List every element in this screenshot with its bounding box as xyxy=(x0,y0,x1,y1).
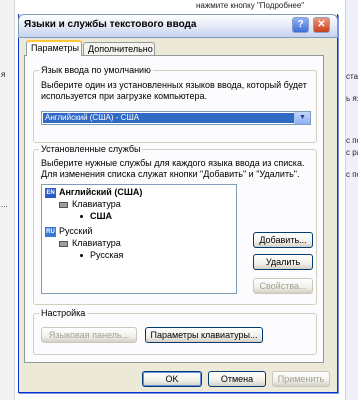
ok-button[interactable]: OK xyxy=(142,371,202,387)
close-button[interactable]: ✕ xyxy=(313,17,330,33)
tree-category-ru[interactable]: Клавиатура xyxy=(72,238,121,249)
installed-services-description: Выберите нужные службы для каждого языка… xyxy=(41,158,305,179)
tree-language-en[interactable]: Английский (США) xyxy=(59,187,142,198)
tab-parameters[interactable]: Параметры xyxy=(26,40,82,56)
close-icon: ✕ xyxy=(317,19,326,30)
background-hint-text: нажмите кнопку "Подробнее" xyxy=(196,1,305,10)
default-language-description: Выберите один из установленных языков вв… xyxy=(41,80,307,101)
default-language-legend: Язык ввода по умолчанию xyxy=(39,65,153,75)
keyboard-icon xyxy=(59,241,68,247)
dropdown-arrow-icon[interactable]: ▼ xyxy=(294,112,310,124)
background-window-right xyxy=(345,0,358,400)
tree-layout-en[interactable]: США xyxy=(90,211,112,222)
keyboard-icon xyxy=(59,202,68,208)
background-right-fragment: с по xyxy=(346,136,358,145)
remove-button[interactable]: Удалить xyxy=(253,254,313,270)
installed-services-legend: Установленные службы xyxy=(39,144,143,154)
bullet-icon xyxy=(80,215,83,218)
background-right-fragment: с по xyxy=(346,170,358,179)
cancel-button[interactable]: Отмена xyxy=(208,371,266,387)
default-language-select[interactable]: Английский (США) - США ▼ xyxy=(41,111,311,125)
en-flag-icon: EN xyxy=(45,188,56,198)
background-right-fragment: стане xyxy=(346,72,358,81)
dialog-title: Языки и службы текстового ввода xyxy=(24,19,197,30)
language-bar-button[interactable]: Языковая панель... xyxy=(41,327,137,343)
properties-button[interactable]: Свойства... xyxy=(253,278,313,294)
tab-panel: Язык ввода по умолчанию Выберите один из… xyxy=(24,55,324,363)
tree-category-en[interactable]: Клавиатура xyxy=(72,199,121,210)
tab-advanced[interactable]: Дополнительно xyxy=(83,42,155,56)
bullet-icon xyxy=(80,254,83,257)
question-icon: ? xyxy=(297,19,304,30)
help-button[interactable]: ? xyxy=(292,17,309,33)
background-left-fragment: я xyxy=(1,70,6,79)
add-button[interactable]: Добавить... xyxy=(253,232,313,248)
services-tree[interactable]: EN Английский (США) Клавиатура США RU Ру… xyxy=(41,184,237,294)
tree-language-ru[interactable]: Русский xyxy=(59,226,92,237)
apply-button[interactable]: Применить xyxy=(272,371,330,387)
default-language-value: Английский (США) - США xyxy=(43,113,294,123)
background-left-fragment: ... xyxy=(1,200,8,209)
keyboard-settings-button[interactable]: Параметры клавиатуры... xyxy=(145,327,263,343)
tree-layout-ru[interactable]: Русская xyxy=(90,250,123,261)
background-right-fragment: с ра xyxy=(346,148,358,157)
background-right-fragment: ь язы xyxy=(346,94,358,103)
ru-flag-icon: RU xyxy=(45,227,56,237)
settings-legend: Настройка xyxy=(39,308,88,318)
